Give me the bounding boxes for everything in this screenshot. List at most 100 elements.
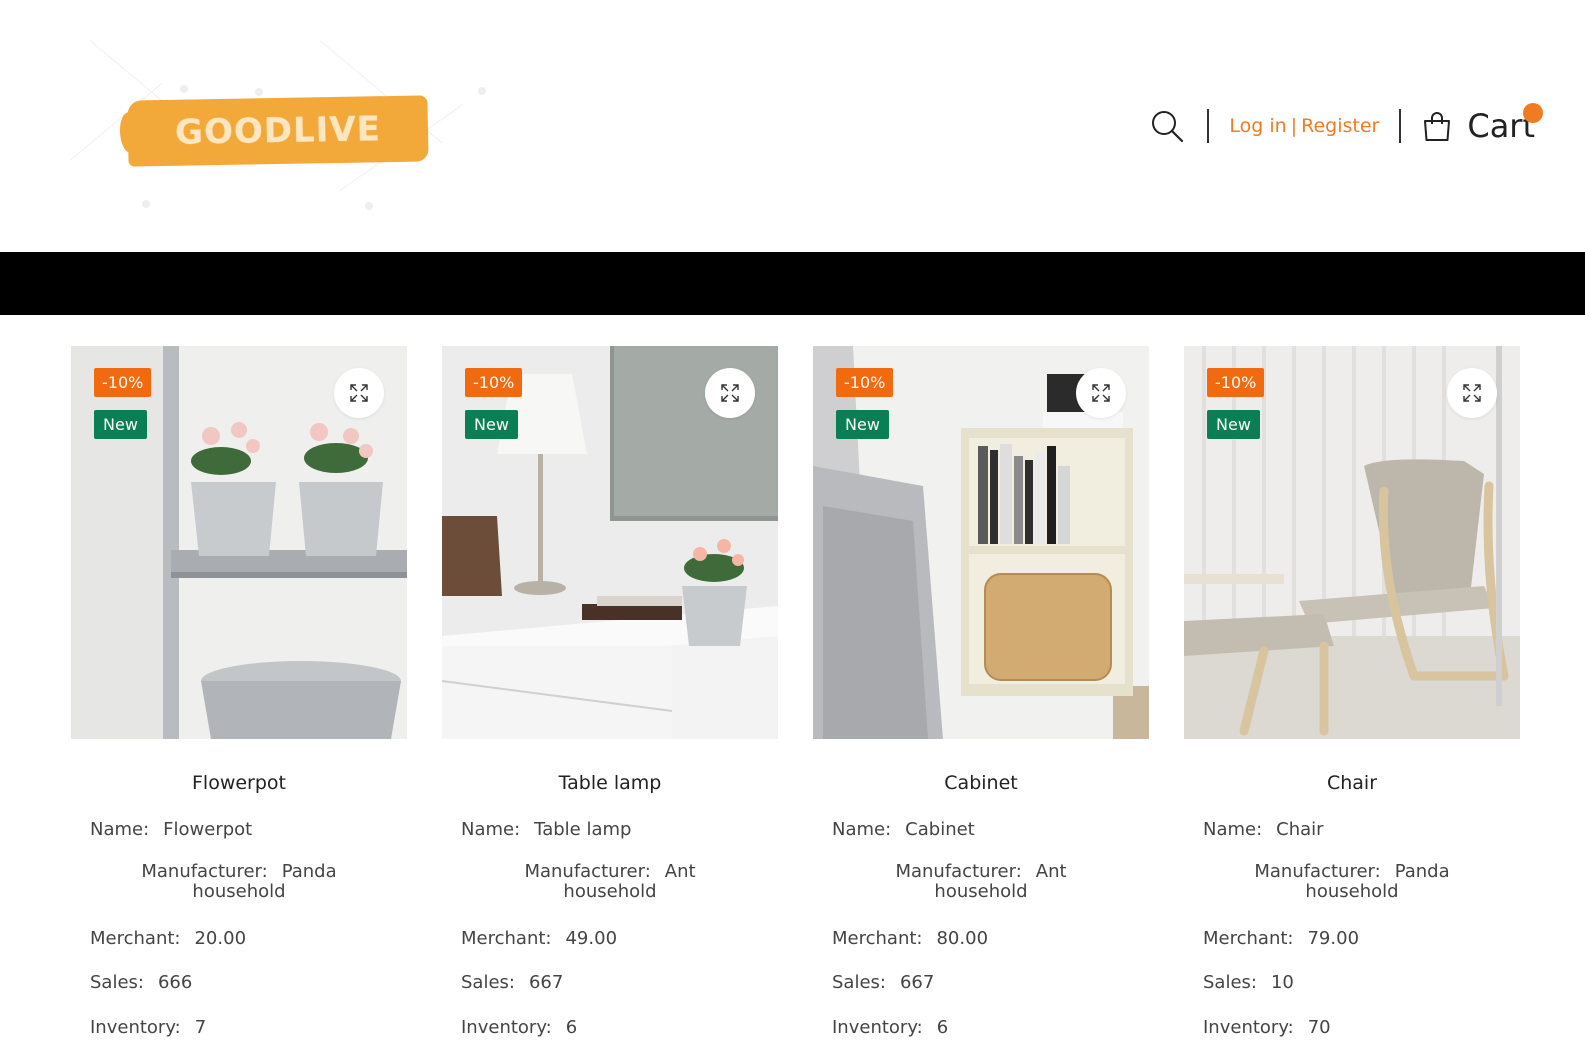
manufacturer-row: Manufacturer: Ant household: [442, 862, 778, 902]
inventory-value: 6: [936, 1017, 949, 1038]
name-label: Name:: [1203, 819, 1263, 840]
cart-button[interactable]: Cart: [1421, 103, 1543, 145]
nav-bar: [0, 252, 1585, 315]
shopping-bag-icon: [1424, 112, 1451, 141]
logo-watermark-dot: [142, 200, 150, 208]
logo-text: GOODLIVE: [174, 109, 382, 153]
register-link[interactable]: Register: [1301, 115, 1379, 137]
product-image[interactable]: -10% New: [71, 346, 407, 739]
product-image[interactable]: -10% New: [442, 346, 778, 739]
sales-label: Sales:: [461, 972, 515, 993]
inventory-row: Inventory: 70: [1184, 1017, 1520, 1038]
discount-badge: -10%: [1207, 368, 1265, 397]
merchant-label: Merchant:: [832, 928, 923, 949]
discount-badge: -10%: [94, 368, 152, 397]
discount-badge: -10%: [836, 368, 894, 397]
manufacturer-value-cont: household: [934, 881, 1028, 902]
header-actions: Log in | Register Cart: [1147, 103, 1543, 148]
merchant-label: Merchant:: [90, 928, 181, 949]
search-button[interactable]: [1147, 106, 1187, 146]
sales-value: 667: [899, 972, 935, 993]
merchant-row: Merchant: 79.00: [1184, 928, 1520, 949]
product-image[interactable]: -10% New: [1184, 346, 1520, 739]
sales-value: 10: [1270, 972, 1294, 993]
product-title[interactable]: Flowerpot: [71, 772, 407, 796]
product-image[interactable]: -10% New: [813, 346, 1149, 739]
product-name-row: Name: Chair: [1184, 819, 1520, 840]
logo-watermark-dot: [478, 87, 486, 95]
name-label: Name:: [90, 819, 150, 840]
logo-brush: GOODLIVE: [127, 95, 429, 167]
manufacturer-row: Manufacturer: Ant household: [813, 862, 1149, 902]
merchant-value: 80.00: [936, 928, 989, 949]
sales-row: Sales: 667: [813, 972, 1149, 993]
inventory-label: Inventory:: [90, 1017, 181, 1038]
inventory-row: Inventory: 6: [813, 1017, 1149, 1038]
quick-view-button[interactable]: [1076, 368, 1126, 418]
site-header: GOODLIVE Log in | Register Cart: [0, 0, 1585, 252]
merchant-value: 49.00: [565, 928, 618, 949]
name-value: Cabinet: [905, 819, 975, 840]
new-badge: New: [94, 410, 147, 439]
inventory-row: Inventory: 6: [442, 1017, 778, 1038]
sales-value: 666: [157, 972, 193, 993]
cart-count-badge: [1523, 103, 1543, 123]
expand-icon: [721, 384, 739, 402]
product-title[interactable]: Chair: [1184, 772, 1520, 796]
inventory-value: 7: [194, 1017, 207, 1038]
merchant-value: 79.00: [1307, 928, 1360, 949]
product-title[interactable]: Table lamp: [442, 772, 778, 796]
manufacturer-label: Manufacturer:: [895, 861, 1022, 882]
product-card[interactable]: -10% New Cabinet Name: Cabinet Manufactur…: [813, 346, 1149, 1056]
merchant-value: 20.00: [194, 928, 247, 949]
manufacturer-value: Panda: [281, 861, 337, 882]
inventory-label: Inventory:: [1203, 1017, 1294, 1038]
login-link[interactable]: Log in: [1229, 115, 1286, 137]
name-value: Flowerpot: [163, 819, 253, 840]
sales-value: 667: [528, 972, 564, 993]
sales-label: Sales:: [1203, 972, 1257, 993]
merchant-row: Merchant: 80.00: [813, 928, 1149, 949]
inventory-value: 70: [1307, 1017, 1331, 1038]
sales-row: Sales: 667: [442, 972, 778, 993]
product-card[interactable]: -10% New Chair Name: Chair Manufacturer: P…: [1184, 346, 1520, 1056]
sales-label: Sales:: [832, 972, 886, 993]
logo[interactable]: GOODLIVE: [69, 30, 500, 220]
inventory-label: Inventory:: [832, 1017, 923, 1038]
product-card[interactable]: -10% New Flowerpot Name: Flowerpot Manufa…: [71, 346, 407, 1056]
product-info: Flowerpot Name: Flowerpot Manufacturer: Pa…: [71, 772, 407, 1038]
manufacturer-row: Manufacturer: Panda household: [1184, 862, 1520, 902]
expand-icon: [1463, 384, 1481, 402]
product-card[interactable]: -10% New Table lamp Name: Table lamp Manu…: [442, 346, 778, 1056]
manufacturer-label: Manufacturer:: [524, 861, 651, 882]
quick-view-button[interactable]: [1447, 368, 1497, 418]
product-info: Cabinet Name: Cabinet Manufacturer: Ant ho…: [813, 772, 1149, 1038]
account-links: Log in | Register: [1229, 115, 1379, 137]
manufacturer-row: Manufacturer: Panda household: [71, 862, 407, 902]
manufacturer-value-cont: household: [192, 881, 286, 902]
merchant-row: Merchant: 49.00: [442, 928, 778, 949]
new-badge: New: [1207, 410, 1260, 439]
logo-watermark-dot: [365, 202, 373, 210]
logo-watermark-dot: [180, 85, 188, 93]
expand-icon: [1092, 384, 1110, 402]
discount-badge: -10%: [465, 368, 523, 397]
manufacturer-value-cont: household: [563, 881, 657, 902]
sales-row: Sales: 666: [71, 972, 407, 993]
product-title[interactable]: Cabinet: [813, 772, 1149, 796]
quick-view-button[interactable]: [705, 368, 755, 418]
manufacturer-label: Manufacturer:: [141, 861, 268, 882]
manufacturer-value: Panda: [1394, 861, 1450, 882]
manufacturer-label: Manufacturer:: [1254, 861, 1381, 882]
new-badge: New: [465, 410, 518, 439]
name-value: Chair: [1276, 819, 1324, 840]
quick-view-button[interactable]: [334, 368, 384, 418]
product-name-row: Name: Flowerpot: [71, 819, 407, 840]
merchant-row: Merchant: 20.00: [71, 928, 407, 949]
product-info: Table lamp Name: Table lamp Manufacturer:…: [442, 772, 778, 1038]
product-info: Chair Name: Chair Manufacturer: Panda hous…: [1184, 772, 1520, 1038]
name-label: Name:: [832, 819, 892, 840]
merchant-label: Merchant:: [1203, 928, 1294, 949]
name-label: Name:: [461, 819, 521, 840]
header-divider: [1399, 109, 1402, 143]
